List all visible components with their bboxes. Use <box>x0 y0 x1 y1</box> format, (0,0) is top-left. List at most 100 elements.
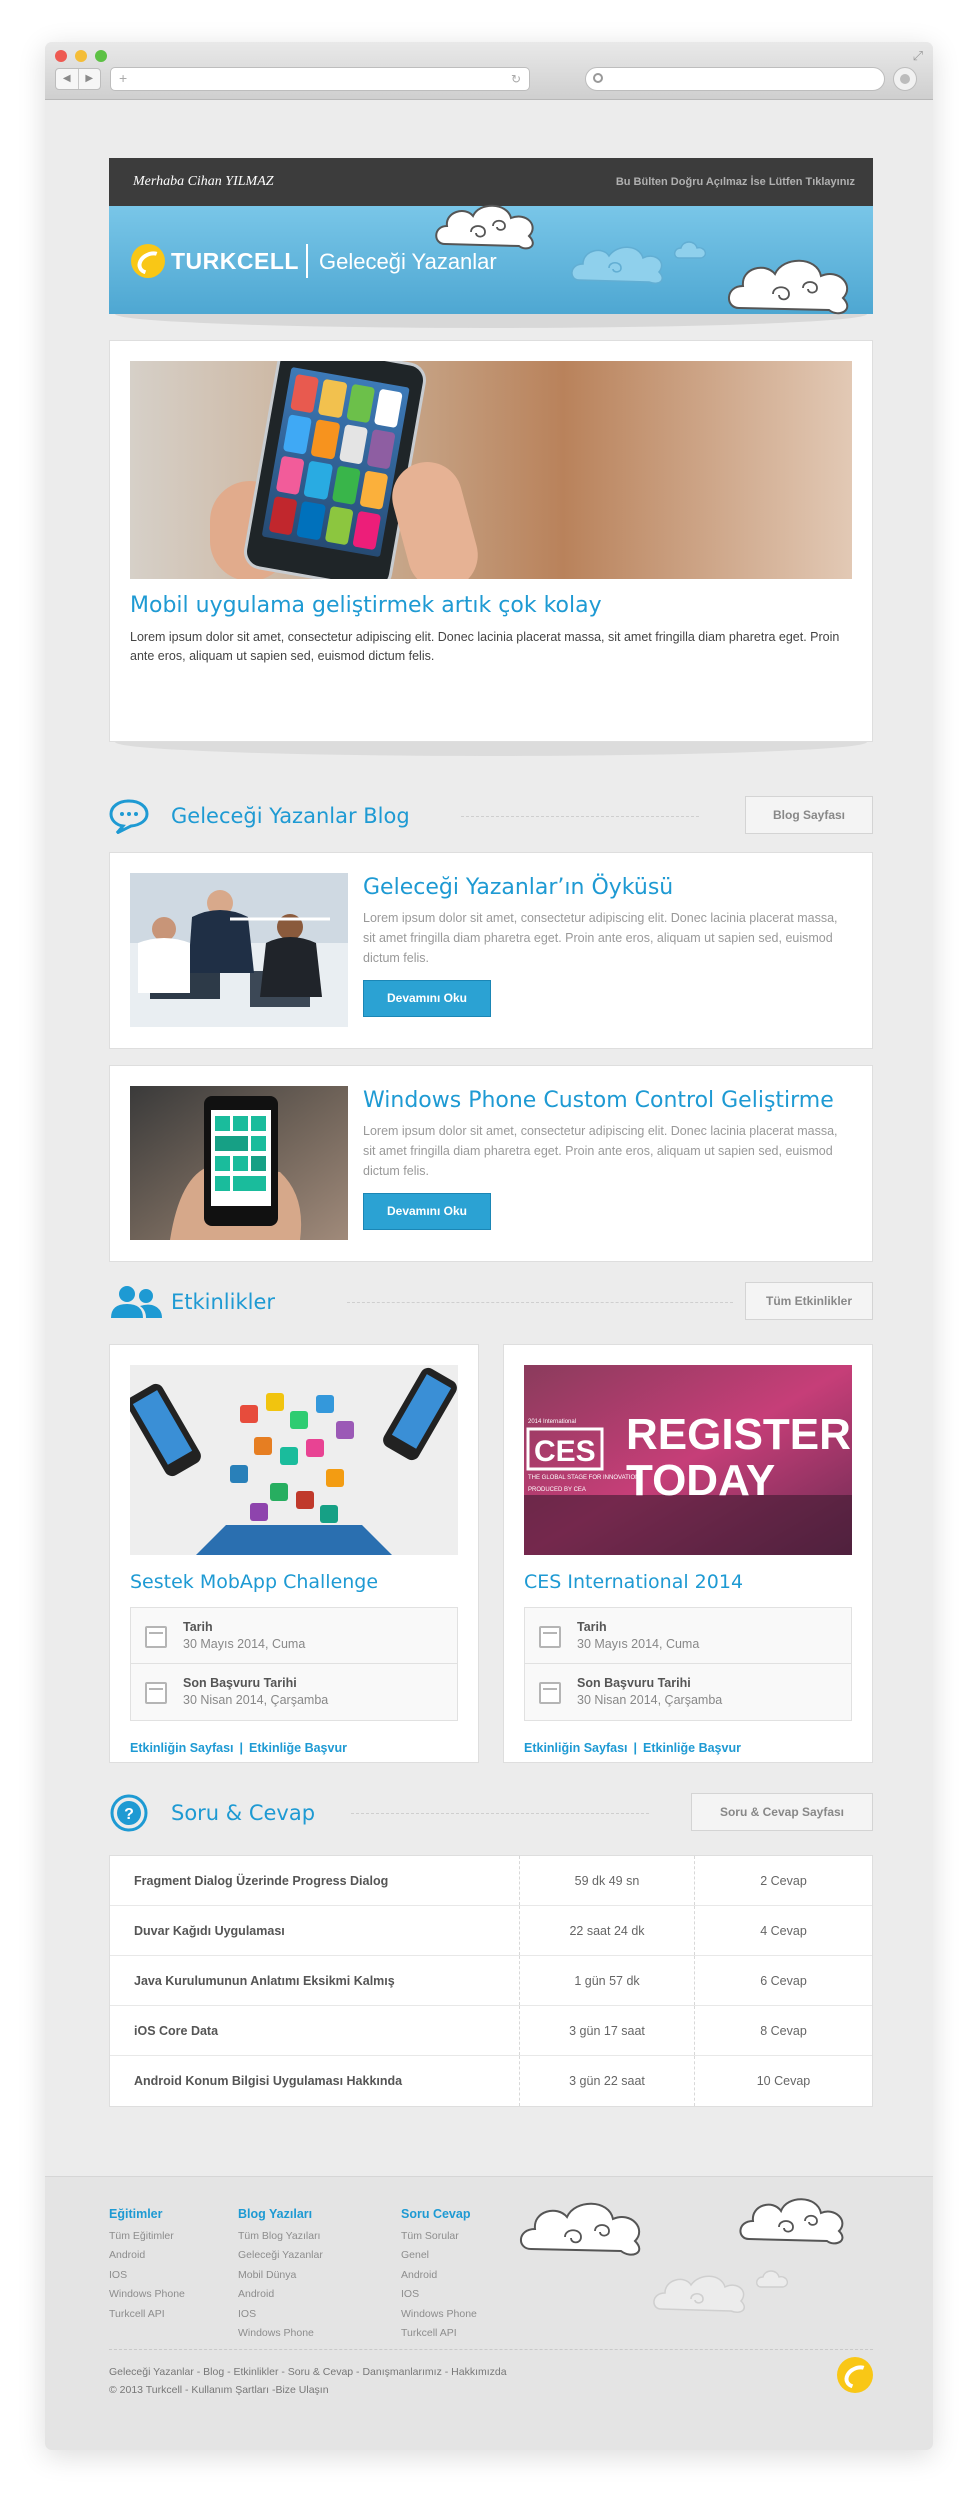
event-title[interactable]: CES International 2014 <box>524 1571 852 1593</box>
event-deadline: 30 Nisan 2014, Çarşamba <box>577 1693 723 1707</box>
question-time: 3 gün 22 saat <box>520 2056 695 2106</box>
hero-text: Lorem ipsum dolor sit amet, consectetur … <box>130 630 840 663</box>
back-icon[interactable]: ◀ <box>56 69 79 89</box>
hero-title[interactable]: Mobil uygulama geliştirmek artık çok kol… <box>130 593 852 618</box>
read-more-button[interactable]: Devamını Oku <box>363 980 491 1017</box>
footer-link[interactable]: Windows Phone <box>109 2285 185 2305</box>
answer-count: 8 Cevap <box>760 2024 807 2038</box>
page-menu-button[interactable] <box>893 67 917 91</box>
event-page-link[interactable]: Etkinliğin Sayfası <box>130 1741 234 1755</box>
today-text: TODAY <box>626 1456 775 1505</box>
cloud-icon <box>571 241 707 284</box>
plus-icon[interactable]: + <box>119 70 127 86</box>
qa-table: Fragment Dialog Üzerinde Progress Dialog… <box>109 1855 873 2107</box>
question-title[interactable]: Android Konum Bilgisi Uygulaması Hakkınd… <box>110 2056 520 2106</box>
question-title[interactable]: Java Kurulumunun Anlatımı Eksikmi Kalmış <box>110 1956 520 2005</box>
table-row[interactable]: Duvar Kağıdı Uygulaması 22 saat 24 dk 4 … <box>110 1906 872 1956</box>
svg-text:?: ? <box>124 1806 134 1823</box>
table-row[interactable]: iOS Core Data 3 gün 17 saat 8 Cevap <box>110 2006 872 2056</box>
event-apply-link[interactable]: Etkinliğe Başvur <box>643 1741 741 1755</box>
turkcell-logo-icon[interactable] <box>837 2357 873 2393</box>
footer-link[interactable]: Tüm Blog Yazıları <box>238 2227 323 2247</box>
ces-subtitle-text: THE GLOBAL STAGE FOR INNOVATION <box>528 1475 639 1481</box>
brand-name: TURKCELL <box>171 248 299 274</box>
event-title[interactable]: Sestek MobApp Challenge <box>130 1571 458 1593</box>
footer-copyright[interactable]: © 2013 Turkcell - Kullanım Şartları -Biz… <box>109 2381 507 2399</box>
search-icon <box>593 73 603 83</box>
question-icon: ? <box>110 1794 148 1832</box>
all-events-button[interactable]: Tüm Etkinlikler <box>745 1282 873 1320</box>
footer-link[interactable]: Geleceği Yazanlar <box>238 2246 323 2266</box>
footer-column-soru-cevap: Soru Cevap Tüm Sorular Genel Android IOS… <box>401 2205 477 2344</box>
footer-link[interactable]: Windows Phone <box>401 2305 477 2325</box>
footer-link[interactable]: Windows Phone <box>238 2324 323 2344</box>
newsletter-content: Merhaba Cihan YILMAZ Bu Bülten Doğru Açı… <box>109 158 873 2107</box>
qa-page-button[interactable]: Soru & Cevap Sayfası <box>691 1793 873 1831</box>
qa-section-header: ? Soru & Cevap Soru & Cevap Sayfası <box>109 1793 873 1833</box>
table-row[interactable]: Fragment Dialog Üzerinde Progress Dialog… <box>110 1856 872 1906</box>
footer-column-title[interactable]: Soru Cevap <box>401 2205 477 2225</box>
table-row[interactable]: Java Kurulumunun Anlatımı Eksikmi Kalmış… <box>110 1956 872 2006</box>
question-title[interactable]: iOS Core Data <box>110 2006 520 2055</box>
footer-link[interactable]: IOS <box>109 2266 185 2286</box>
blog-post-card[interactable]: Windows Phone Custom Control Geliştirme … <box>109 1065 873 1262</box>
forward-icon[interactable]: ▶ <box>79 69 101 89</box>
question-time: 59 dk 49 sn <box>520 1856 695 1905</box>
blog-post-image <box>130 1086 348 1240</box>
table-row[interactable]: Android Konum Bilgisi Uygulaması Hakkınd… <box>110 2056 872 2106</box>
question-time: 22 saat 24 dk <box>520 1906 695 1955</box>
question-title[interactable]: Duvar Kağıdı Uygulaması <box>110 1906 520 1955</box>
event-apply-link[interactable]: Etkinliğe Başvur <box>249 1741 347 1755</box>
footer-link[interactable]: IOS <box>238 2305 323 2325</box>
address-bar[interactable]: + ↻ <box>110 67 530 91</box>
close-window-button[interactable] <box>55 50 67 62</box>
footer-divider <box>109 2349 873 2350</box>
blog-post-text: Lorem ipsum dolor sit amet, consectetur … <box>363 1124 838 1178</box>
browser-titlebar: ◀ ▶ + ↻ ⤢ <box>45 42 933 100</box>
fullscreen-icon[interactable]: ⤢ <box>913 48 923 64</box>
footer-nav-links[interactable]: Geleceği Yazanlar - Blog - Etkinlikler -… <box>109 2363 507 2381</box>
footer-column-title[interactable]: Blog Yazıları <box>238 2205 323 2225</box>
zoom-window-button[interactable] <box>95 50 107 62</box>
minimize-window-button[interactable] <box>75 50 87 62</box>
event-page-link[interactable]: Etkinliğin Sayfası <box>524 1741 628 1755</box>
footer-column-title[interactable]: Eğitimler <box>109 2205 185 2225</box>
answer-count: 2 Cevap <box>760 1874 807 1888</box>
footer-link[interactable]: Turkcell API <box>109 2305 185 2325</box>
blog-post-title[interactable]: Geleceği Yazanlar’ın Öyküsü <box>363 875 848 900</box>
event-card[interactable]: 2014 International CES THE GLOBAL STAGE … <box>503 1344 873 1763</box>
blog-page-button[interactable]: Blog Sayfası <box>745 796 873 834</box>
reload-icon[interactable]: ↻ <box>511 72 521 86</box>
turkcell-logo-icon <box>131 244 165 278</box>
blog-post-card[interactable]: Geleceği Yazanlar’ın Öyküsü Lorem ipsum … <box>109 852 873 1049</box>
chat-bubble-icon <box>109 799 149 834</box>
featured-article[interactable]: Mobil uygulama geliştirmek artık çok kol… <box>109 340 873 742</box>
cloud-icon <box>739 2198 844 2245</box>
footer-link[interactable]: Mobil Dünya <box>238 2266 323 2286</box>
event-info-box: Tarih 30 Mayıs 2014, Cuma Son Başvuru Ta… <box>130 1607 458 1721</box>
blog-post-title[interactable]: Windows Phone Custom Control Geliştirme <box>363 1088 848 1113</box>
footer-link[interactable]: IOS <box>401 2285 477 2305</box>
newsletter-banner: TURKCELL Geleceği Yazanlar <box>109 204 873 315</box>
footer-link[interactable]: Genel <box>401 2246 477 2266</box>
read-more-button[interactable]: Devamını Oku <box>363 1193 491 1230</box>
ces-year-text: 2014 International <box>528 1419 576 1425</box>
events-list: Sestek MobApp Challenge Tarih 30 Mayıs 2… <box>109 1344 873 1763</box>
footer-link[interactable]: Android <box>238 2285 323 2305</box>
cloud-icon <box>728 259 849 315</box>
calendar-icon <box>539 1626 561 1648</box>
event-card[interactable]: Sestek MobApp Challenge Tarih 30 Mayıs 2… <box>109 1344 479 1763</box>
brand-divider <box>306 244 308 278</box>
answer-count: 4 Cevap <box>760 1924 807 1938</box>
blog-post-image <box>130 873 348 1027</box>
footer-link[interactable]: Android <box>109 2246 185 2266</box>
footer-link[interactable]: Tüm Sorular <box>401 2227 477 2247</box>
browser-search-input[interactable] <box>585 67 885 91</box>
view-online-link[interactable]: Bu Bülten Doğru Açılmaz İse Lütfen Tıkla… <box>616 176 855 188</box>
footer-link[interactable]: Android <box>401 2266 477 2286</box>
footer-link[interactable]: Tüm Eğitimler <box>109 2227 185 2247</box>
footer-link[interactable]: Turkcell API <box>401 2324 477 2344</box>
blog-section-title: Geleceği Yazanlar Blog <box>171 804 410 828</box>
question-title[interactable]: Fragment Dialog Üzerinde Progress Dialog <box>110 1856 520 1905</box>
question-time: 1 gün 57 dk <box>520 1956 695 2005</box>
